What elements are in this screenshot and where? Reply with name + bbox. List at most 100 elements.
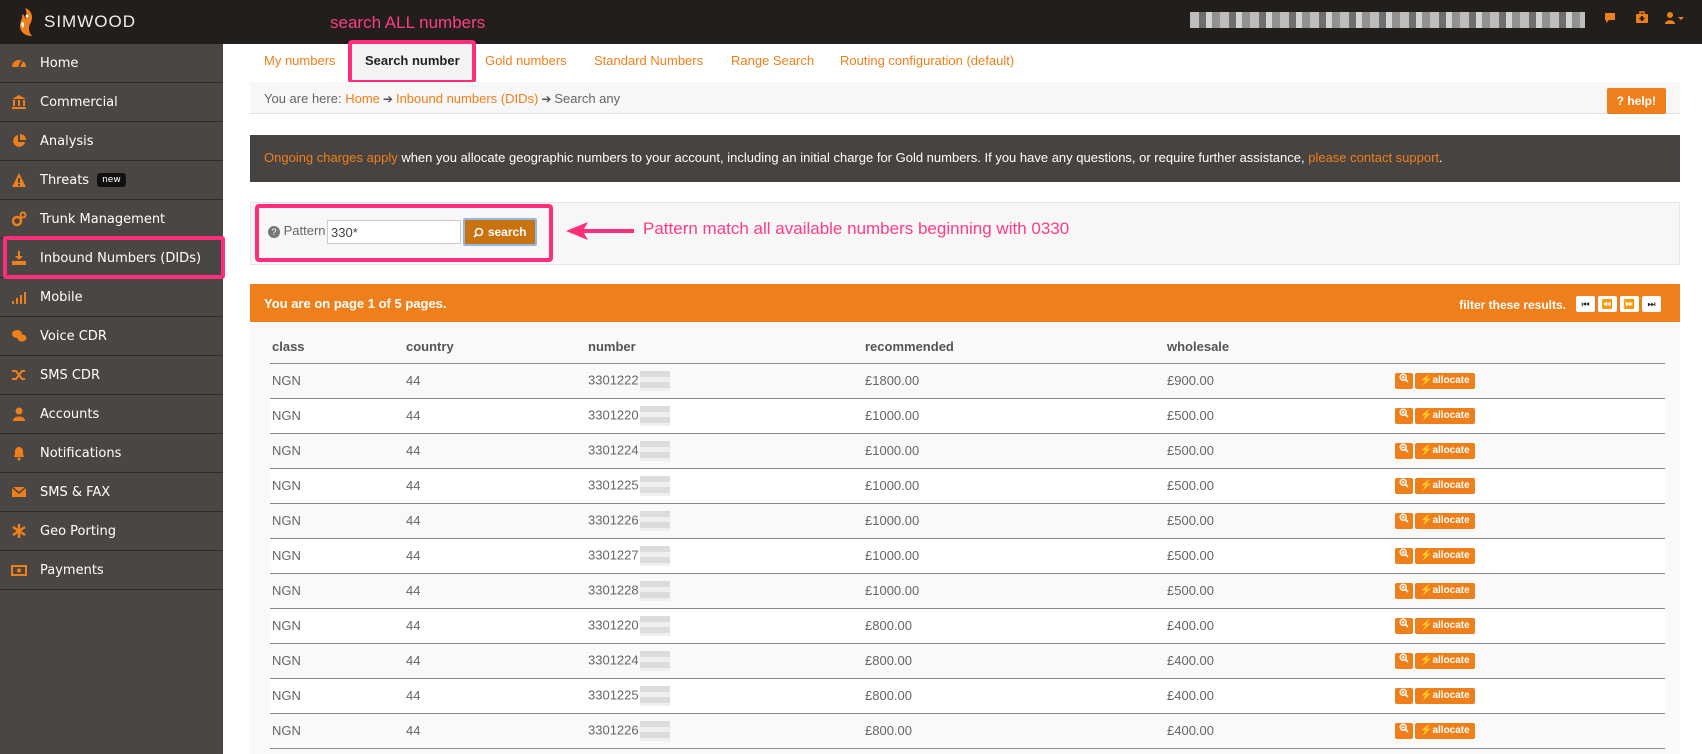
zoom-in-icon[interactable] — [1395, 512, 1413, 529]
cell-number: 3301227 — [588, 538, 865, 574]
bolt-icon: ⚡ — [1420, 409, 1433, 421]
number-text: 3301225 — [588, 686, 639, 702]
number-text: 3301220 — [588, 406, 639, 422]
annotation-search-all: search ALL numbers — [330, 13, 486, 32]
zoom-in-icon[interactable] — [1395, 617, 1413, 634]
tab-range-search[interactable]: Range Search — [731, 53, 814, 68]
cell-wholesale: £500.00 — [1167, 433, 1395, 469]
tab-gold-numbers[interactable]: Gold numbers — [485, 53, 567, 68]
cell-actions: ⚡allocate — [1395, 433, 1665, 469]
bank-icon — [12, 95, 26, 109]
sidebar-item-sms-fax[interactable]: SMS & FAX — [0, 473, 223, 512]
allocate-button[interactable]: ⚡allocate — [1415, 582, 1475, 599]
allocate-button[interactable]: ⚡allocate — [1415, 547, 1475, 564]
sidebar-item-label: Home — [40, 55, 79, 71]
allocate-button[interactable]: ⚡allocate — [1415, 477, 1475, 494]
column-header-class[interactable]: class — [270, 330, 406, 364]
sidebar-item-accounts[interactable]: Accounts — [0, 395, 223, 434]
sidebar-item-label: Voice CDR — [40, 328, 107, 344]
ongoing-charges-link[interactable]: Ongoing charges apply — [264, 150, 398, 165]
sidebar-item-label: Commercial — [40, 94, 118, 110]
sidebar-item-threats[interactable]: Threats new — [0, 161, 223, 200]
cell-wholesale: £500.00 — [1167, 398, 1395, 434]
bolt-icon: ⚡ — [1420, 584, 1433, 596]
zoom-in-icon[interactable] — [1395, 407, 1413, 424]
zoom-in-icon[interactable] — [1395, 372, 1413, 389]
chat-icon[interactable] — [1603, 11, 1617, 28]
cell-country: 44 — [406, 363, 588, 399]
zoom-in-icon[interactable] — [1395, 547, 1413, 564]
sidebar-item-geo-porting[interactable]: Geo Porting — [0, 512, 223, 551]
allocate-button[interactable]: ⚡allocate — [1415, 372, 1475, 389]
previous-page-icon[interactable]: ⏪ — [1598, 296, 1617, 312]
contact-support-link[interactable]: please contact support — [1308, 150, 1439, 165]
column-header-wholesale[interactable]: wholesale — [1167, 330, 1395, 364]
sidebar-item-commercial[interactable]: Commercial — [0, 83, 223, 122]
pattern-input[interactable] — [327, 220, 461, 244]
allocate-button[interactable]: ⚡allocate — [1415, 407, 1475, 424]
bolt-icon: ⚡ — [1420, 549, 1433, 561]
user-icon — [13, 407, 25, 421]
sidebar-item-payments[interactable]: Payments — [0, 551, 223, 590]
breadcrumb-section-link[interactable]: Inbound numbers (DIDs) — [396, 91, 538, 106]
zoom-in-icon[interactable] — [1395, 722, 1413, 739]
allocate-button[interactable]: ⚡allocate — [1415, 652, 1475, 669]
allocate-button[interactable]: ⚡allocate — [1415, 687, 1475, 704]
filter-results-link[interactable]: filter these results. — [1459, 298, 1566, 312]
cell-wholesale: £400.00 — [1167, 608, 1395, 644]
sidebar-item-trunk-management[interactable]: Trunk Management — [0, 200, 223, 239]
last-page-icon[interactable]: ⏭ — [1642, 296, 1661, 312]
column-header-number[interactable]: number — [588, 330, 865, 364]
number-text: 3301225 — [588, 476, 639, 492]
zoom-in-icon[interactable] — [1395, 477, 1413, 494]
tab-routing-configuration[interactable]: Routing configuration (default) — [840, 53, 1014, 68]
zoom-in-icon[interactable] — [1395, 442, 1413, 459]
user-menu-icon[interactable] — [1664, 11, 1686, 28]
column-header-country[interactable]: country — [406, 330, 588, 364]
sidebar-item-notifications[interactable]: Notifications — [0, 434, 223, 473]
sidebar-item-mobile[interactable]: Mobile — [0, 278, 223, 317]
number-text: 3301224 — [588, 441, 639, 457]
breadcrumb-home-link[interactable]: Home — [345, 91, 380, 106]
brand-name[interactable]: SIMWOOD — [44, 12, 136, 32]
sidebar-item-label: Payments — [40, 562, 104, 578]
zoom-in-icon[interactable] — [1395, 687, 1413, 704]
top-bar: SIMWOOD search ALL numbers — [0, 0, 1702, 44]
cell-country: 44 — [406, 433, 588, 469]
bolt-icon: ⚡ — [1420, 444, 1433, 456]
question-circle-icon[interactable]: ? — [268, 225, 280, 238]
allocate-button[interactable]: ⚡allocate — [1415, 512, 1475, 529]
random-icon — [12, 370, 25, 380]
dashboard-icon — [12, 60, 26, 68]
support-icon[interactable] — [1635, 11, 1649, 28]
help-button[interactable]: ? help! — [1606, 88, 1666, 114]
sidebar-item-label: Analysis — [40, 133, 94, 149]
next-page-icon[interactable]: ⏩ — [1620, 296, 1639, 312]
tab-standard-numbers[interactable]: Standard Numbers — [594, 53, 703, 68]
cell-country: 44 — [406, 538, 588, 574]
number-text: 3301226 — [588, 721, 639, 737]
sidebar-item-sms-cdr[interactable]: SMS CDR — [0, 356, 223, 395]
search-icon — [473, 228, 484, 238]
first-page-icon[interactable]: ⏮ — [1576, 296, 1595, 312]
bell-icon — [14, 447, 24, 461]
search-button[interactable]: search — [463, 218, 537, 246]
cell-number: 3301228 — [588, 573, 865, 609]
zoom-in-icon[interactable] — [1395, 652, 1413, 669]
allocate-button[interactable]: ⚡allocate — [1415, 617, 1475, 634]
column-header-recommended[interactable]: recommended — [865, 330, 1167, 364]
cell-class: NGN — [270, 713, 406, 749]
cell-recommended: £1000.00 — [865, 573, 1167, 609]
sidebar-item-voice-cdr[interactable]: Voice CDR — [0, 317, 223, 356]
allocate-button[interactable]: ⚡allocate — [1415, 722, 1475, 739]
tab-search-number[interactable]: Search number — [365, 53, 460, 68]
cell-wholesale: £500.00 — [1167, 503, 1395, 539]
sidebar-item-analysis[interactable]: Analysis — [0, 122, 223, 161]
zoom-in-icon[interactable] — [1395, 582, 1413, 599]
tab-my-numbers[interactable]: My numbers — [264, 53, 336, 68]
allocate-button[interactable]: ⚡allocate — [1415, 442, 1475, 459]
cell-wholesale: £400.00 — [1167, 678, 1395, 714]
annotation-arrow-icon — [566, 222, 634, 240]
breadcrumb-bar: You are here: Home ➔ Inbound numbers (DIDs… — [250, 82, 1680, 114]
sidebar-item-home[interactable]: Home — [0, 44, 223, 83]
